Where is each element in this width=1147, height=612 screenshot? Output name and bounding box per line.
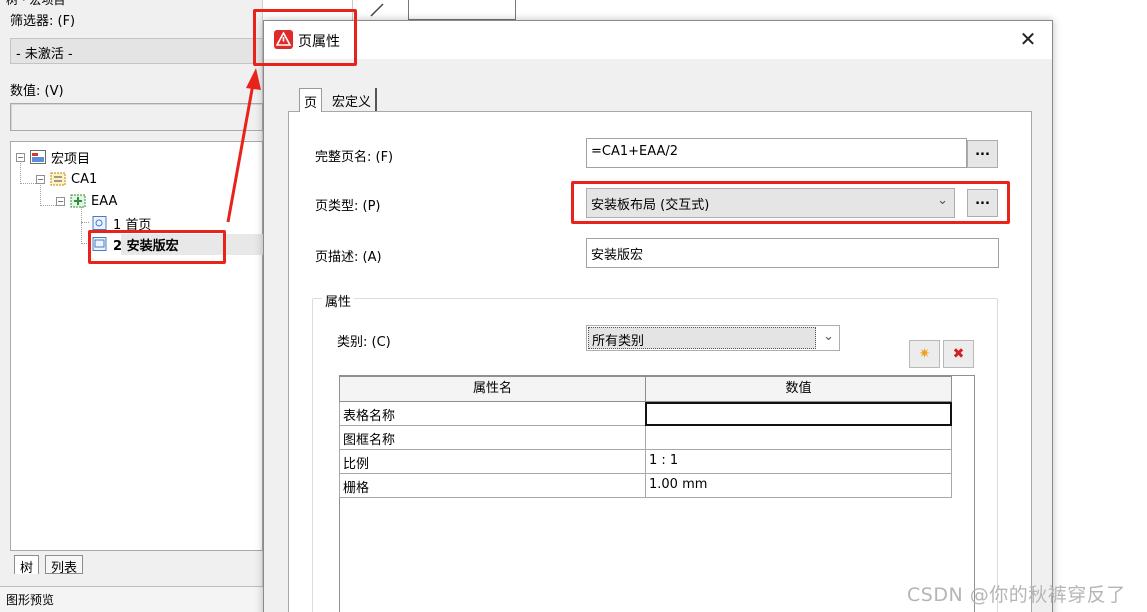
screenshot-stage: 树 · 宏项目 筛选器: (F) - 未激活 - 数值: (V) − 宏项目 − (0, 0, 1147, 612)
tab-page[interactable]: 页 (299, 88, 323, 112)
watermark: CSDN @你的秋裤穿反了 (907, 584, 1126, 606)
annotation-arrow (226, 68, 261, 223)
